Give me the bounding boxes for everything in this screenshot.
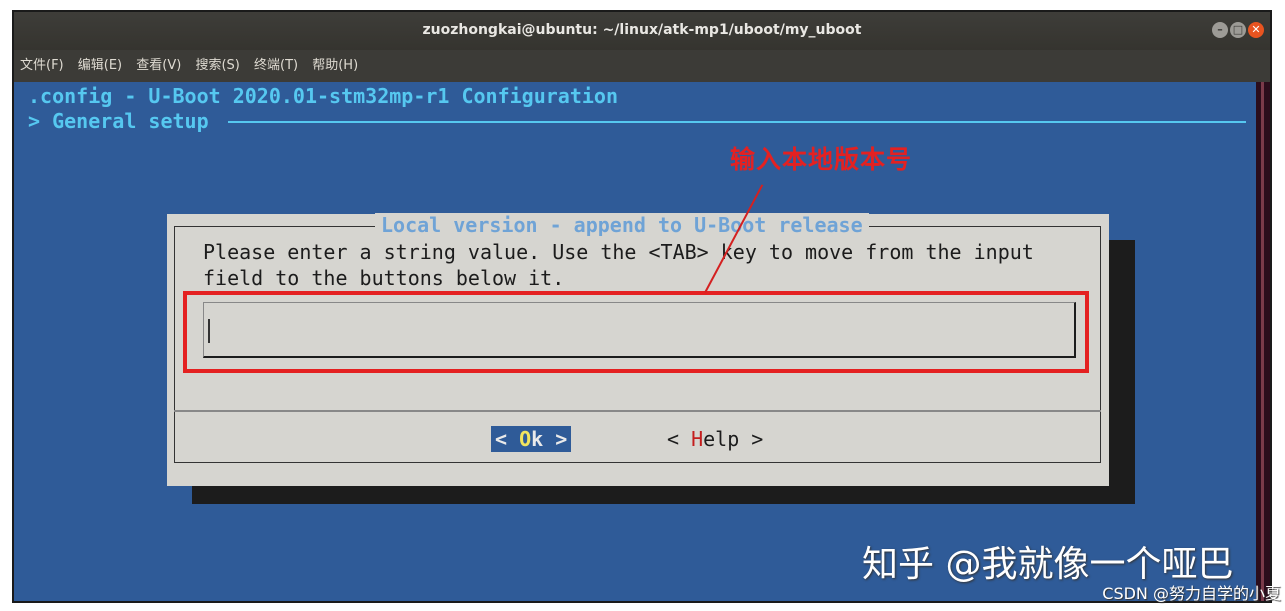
- annotation-box: [183, 291, 1089, 373]
- menu-search[interactable]: 搜索(S): [195, 58, 239, 73]
- ok-hotkey: O: [519, 427, 532, 451]
- dialog-title: Local version - append to U-Boot release: [375, 213, 869, 237]
- help-button[interactable]: < Help >: [667, 426, 763, 452]
- breadcrumb-rule: [228, 121, 1246, 123]
- dialog-separator: [174, 410, 1101, 412]
- csdn-watermark: CSDN @努力自学的小夏: [1102, 584, 1281, 603]
- annotation-label: 输入本地版本号: [730, 145, 913, 174]
- ok-rest: k: [531, 427, 544, 451]
- menu-help[interactable]: 帮助(H): [312, 58, 358, 73]
- config-title: .config - U-Boot 2020.01-stm32mp-r1 Conf…: [28, 84, 619, 108]
- help-left-bracket: <: [667, 427, 692, 451]
- menu-terminal[interactable]: 终端(T): [254, 58, 298, 73]
- maximize-icon[interactable]: □: [1230, 22, 1246, 38]
- menu-bar: 文件(F) 编辑(E) 查看(V) 搜索(S) 终端(T) 帮助(H): [14, 50, 1270, 82]
- close-icon[interactable]: ✕: [1248, 22, 1264, 38]
- window-title: zuozhongkai@ubuntu: ~/linux/atk-mp1/uboo…: [422, 22, 862, 38]
- minimize-icon[interactable]: –: [1212, 22, 1228, 38]
- dialog-prompt-line1: Please enter a string value. Use the <TA…: [203, 240, 1034, 264]
- help-hotkey: H: [691, 427, 704, 451]
- right-edge-strip: [1256, 82, 1270, 601]
- ok-right-bracket: >: [543, 427, 568, 451]
- dialog-prompt-line2: field to the buttons below it.: [203, 266, 565, 290]
- help-right-bracket: >: [739, 427, 764, 451]
- dialog-prompt: Please enter a string value. Use the <TA…: [203, 239, 1034, 291]
- window-titlebar[interactable]: zuozhongkai@ubuntu: ~/linux/atk-mp1/uboo…: [14, 12, 1270, 50]
- help-rest: elp: [703, 427, 740, 451]
- menu-view[interactable]: 查看(V): [136, 58, 181, 73]
- breadcrumb: > General setup: [28, 109, 209, 133]
- ok-button[interactable]: < Ok >: [491, 426, 572, 452]
- menu-edit[interactable]: 编辑(E): [78, 58, 122, 73]
- ok-left-bracket: <: [495, 427, 520, 451]
- menu-file[interactable]: 文件(F): [20, 58, 64, 73]
